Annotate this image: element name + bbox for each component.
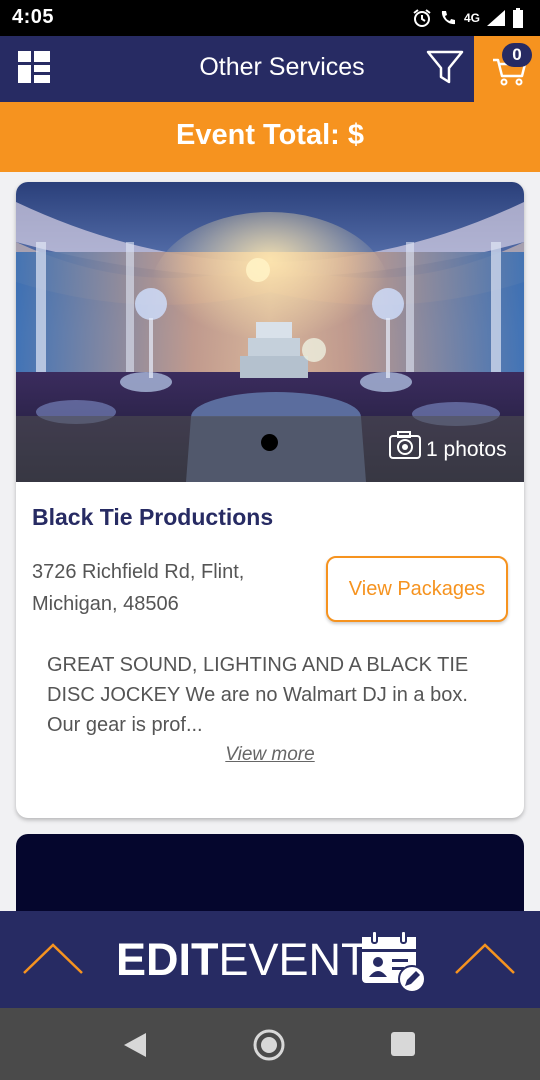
vendor-photo[interactable]: 1 photos xyxy=(16,182,524,482)
status-icons: 4G xyxy=(412,6,524,30)
app-header: Other Services 0 xyxy=(0,36,540,102)
cart-button[interactable]: 0 xyxy=(474,36,540,102)
chevron-up-icon[interactable] xyxy=(22,941,84,977)
vendor-card[interactable]: 1 photos Black Tie Productions 3726 Rich… xyxy=(16,182,524,818)
view-more-link[interactable]: View more xyxy=(16,744,524,766)
event-total-banner: Event Total: $ xyxy=(0,102,540,172)
edit-event-label: EDITEVENT xyxy=(116,935,369,985)
vendor-address: 3726 Richfield Rd, Flint, Michigan, 4850… xyxy=(32,561,245,615)
edit-event-bar[interactable]: EDITEVENT xyxy=(0,911,540,1008)
vendor-description: GREAT SOUND, LIGHTING AND A BLACK TIE DI… xyxy=(47,654,469,736)
calendar-edit-icon xyxy=(362,930,426,993)
alarm-icon xyxy=(413,9,431,27)
signal-icon xyxy=(487,10,505,26)
filter-icon[interactable] xyxy=(426,49,464,85)
system-nav-bar xyxy=(0,1008,540,1080)
status-time: 4:05 xyxy=(12,6,55,28)
home-icon[interactable] xyxy=(252,1028,286,1062)
photo-count: 1 photos xyxy=(426,438,507,461)
edit-word: EDIT xyxy=(116,934,219,985)
app-screen: 4:05 4G Other Services 0 Event Total: $ … xyxy=(0,0,540,1080)
back-icon[interactable] xyxy=(122,1031,148,1059)
battery-icon xyxy=(513,8,523,28)
vendor-name: Black Tie Productions xyxy=(32,504,274,530)
event-word: EVENT xyxy=(218,934,369,985)
network-label: 4G xyxy=(463,11,480,25)
view-packages-button[interactable]: View Packages xyxy=(326,556,508,622)
recent-apps-icon[interactable] xyxy=(391,1032,415,1056)
carousel-dot[interactable] xyxy=(261,434,278,451)
cart-count-badge: 0 xyxy=(502,43,532,67)
camera-icon xyxy=(389,431,421,459)
phone-icon xyxy=(441,11,455,25)
status-bar: 4:05 4G xyxy=(0,0,540,36)
chevron-up-icon-right[interactable] xyxy=(454,941,516,977)
